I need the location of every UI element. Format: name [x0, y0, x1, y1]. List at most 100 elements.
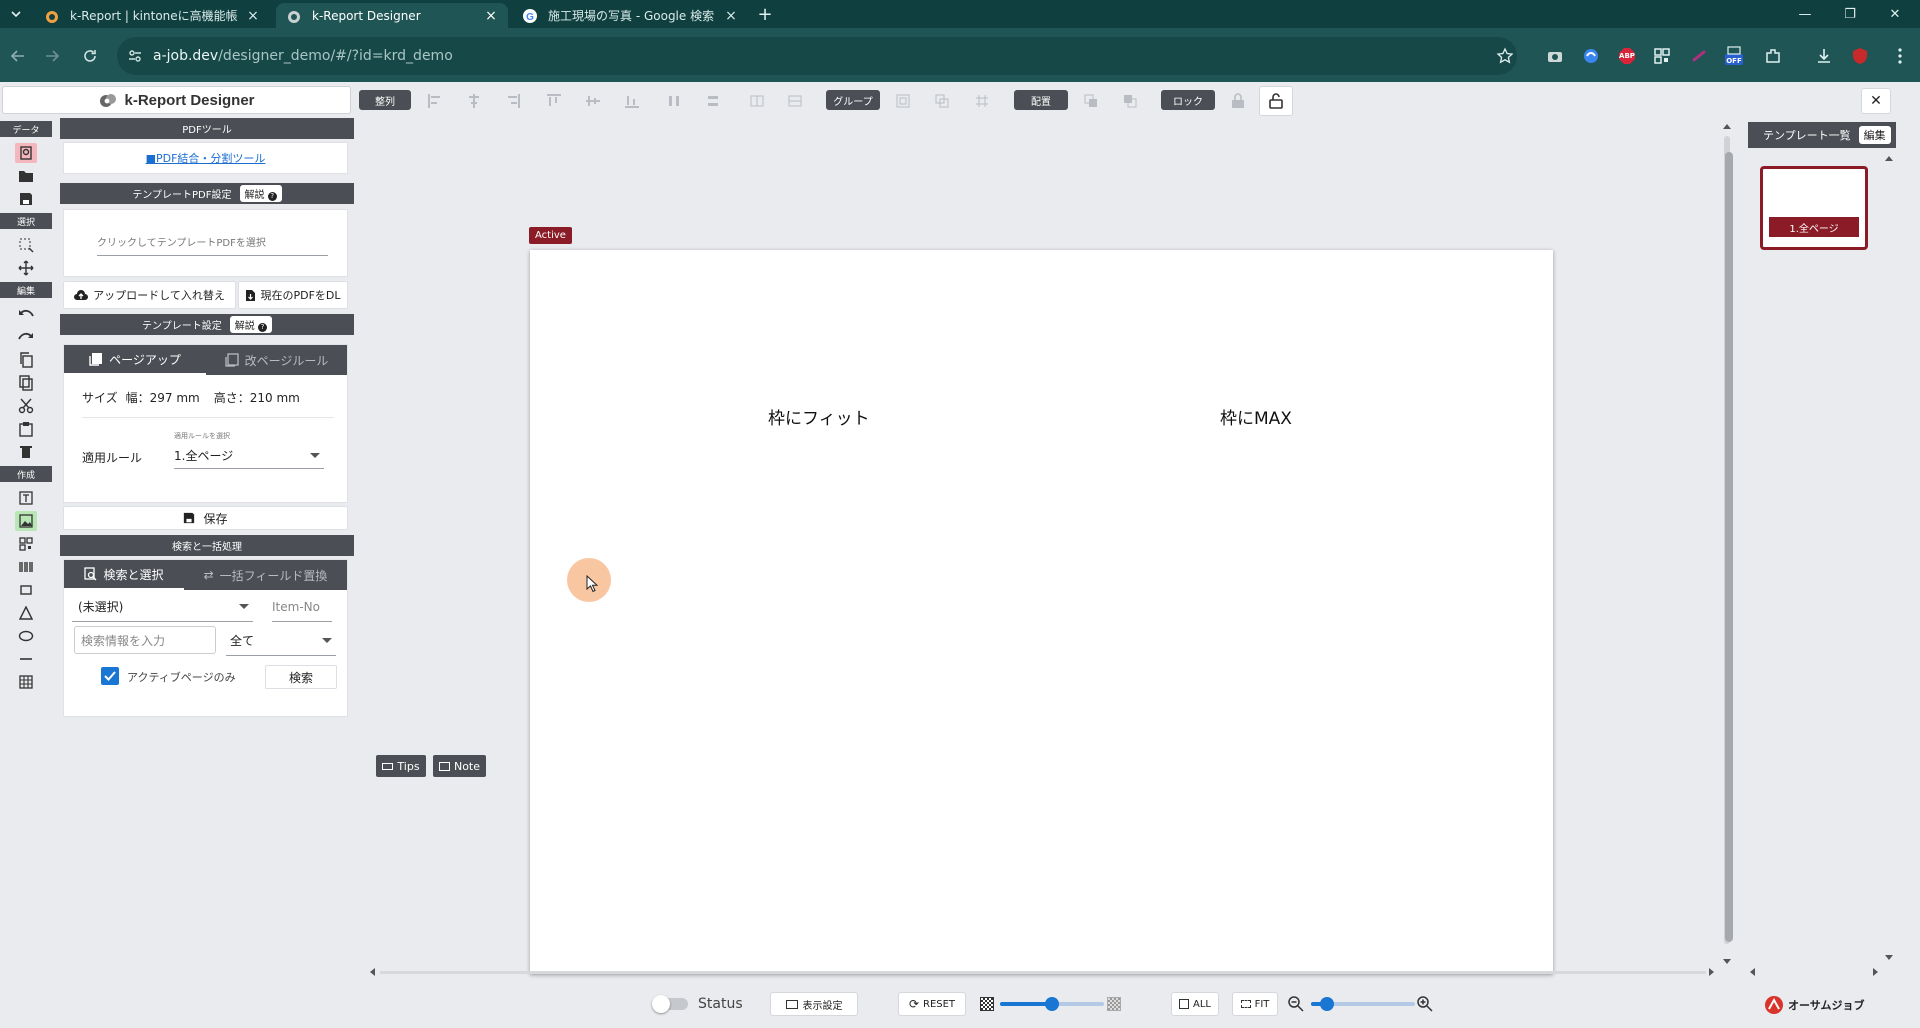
menu-icon[interactable] — [1890, 46, 1910, 66]
preview-button[interactable] — [0, 141, 52, 164]
zoom-in-icon[interactable] — [1416, 995, 1434, 1013]
distribute-v-icon[interactable] — [696, 86, 730, 116]
duplicate-button[interactable] — [0, 371, 52, 394]
browser-tab-kreport[interactable]: k-Report | kintoneに高機能帳票 × — [34, 3, 270, 28]
paste-button[interactable] — [0, 417, 52, 440]
scroll-right-icon[interactable] — [1872, 967, 1880, 977]
move-button[interactable] — [0, 256, 52, 279]
field-select[interactable]: (未選択) — [72, 592, 253, 622]
bring-front-icon[interactable] — [1074, 86, 1108, 116]
tab-close-icon[interactable]: × — [484, 8, 498, 24]
rule-select[interactable]: 1.全ページ — [174, 443, 324, 469]
scroll-left-icon[interactable] — [368, 967, 376, 977]
save-file-button[interactable] — [0, 187, 52, 210]
zoom-slider-knob[interactable] — [1320, 997, 1334, 1011]
download-pdf-button[interactable]: 現在のPDFをDL — [238, 281, 348, 309]
page-canvas[interactable]: 枠にフィット 枠にMAX — [530, 250, 1553, 974]
item-no-input[interactable]: Item-No — [272, 592, 332, 622]
display-settings-button[interactable]: 表示設定 — [770, 992, 858, 1016]
scroll-down-icon[interactable] — [1884, 954, 1894, 962]
align-center-h-icon[interactable] — [457, 86, 491, 116]
extensions-icon[interactable] — [1763, 46, 1783, 66]
search-query-input[interactable]: 検索情報を入力 — [74, 626, 216, 654]
tab-pagebreak[interactable]: 改ページルール — [206, 345, 347, 375]
reload-icon[interactable] — [76, 42, 104, 70]
fit-width-button[interactable]: FIT — [1232, 992, 1278, 1016]
delete-button[interactable] — [0, 440, 52, 463]
tab-bulk-replace[interactable]: ⇄ 一括フィールド置換 — [184, 560, 347, 590]
restore-icon[interactable]: ❐ — [1835, 4, 1865, 24]
unlock-icon[interactable] — [1259, 86, 1293, 116]
minimize-icon[interactable]: — — [1790, 4, 1820, 24]
url-text[interactable]: a-job.dev/designer_demo/#/?id=krd_demo — [153, 48, 453, 64]
canvas-vertical-scrollbar[interactable] — [1722, 122, 1733, 964]
scope-select[interactable]: 全て — [226, 626, 336, 656]
back-arrow-icon[interactable] — [4, 42, 32, 70]
scroll-left-icon[interactable] — [1748, 967, 1756, 977]
ellipse-tool-button[interactable] — [0, 624, 52, 647]
template-list-scrollbar[interactable] — [1884, 154, 1894, 964]
note-button[interactable]: Note — [433, 755, 486, 777]
browser-tab-designer[interactable]: k-Report Designer × — [276, 3, 508, 28]
undo-button[interactable] — [0, 302, 52, 325]
triangle-tool-button[interactable] — [0, 601, 52, 624]
status-toggle[interactable] — [652, 995, 692, 1013]
download-icon[interactable] — [1814, 46, 1834, 66]
profile-icon[interactable] — [1850, 46, 1870, 66]
adblock-icon[interactable]: ABP — [1617, 46, 1637, 66]
bookmark-star-icon[interactable] — [1495, 46, 1515, 66]
scroll-up-icon[interactable] — [1722, 122, 1732, 130]
ungroup-icon[interactable] — [925, 86, 959, 116]
group-icon[interactable] — [886, 86, 920, 116]
qrcode-tool-button[interactable] — [0, 532, 52, 555]
pdf-merge-split-link[interactable]: ■PDF結合・分割ツール — [146, 150, 266, 166]
reset-zoom-button[interactable]: ⟳ RESET — [898, 992, 966, 1016]
align-right-icon[interactable] — [496, 86, 530, 116]
site-info-icon[interactable] — [125, 46, 145, 66]
copy-button[interactable] — [0, 348, 52, 371]
tab-search-chevron-icon[interactable] — [4, 4, 28, 24]
fit-all-button[interactable]: ALL — [1171, 992, 1219, 1016]
image-tool-button[interactable] — [0, 509, 52, 532]
tips-button[interactable]: Tips — [376, 755, 426, 777]
align-middle-v-icon[interactable] — [576, 86, 610, 116]
browser-tab-google[interactable]: G 施工現場の写真 - Google 検索 × — [512, 3, 748, 28]
template-pdf-select-field[interactable]: クリックしてテンプレートPDFを選択 — [97, 234, 328, 256]
barcode-tool-button[interactable] — [0, 555, 52, 578]
zoom-out-icon[interactable] — [1287, 995, 1305, 1013]
scroll-right-icon[interactable] — [1708, 967, 1716, 977]
redo-button[interactable] — [0, 325, 52, 348]
template-pdf-help-button[interactable]: 解説 ? — [239, 185, 282, 202]
link-icon[interactable] — [1689, 46, 1709, 66]
template-page-thumbnail[interactable]: 1.全ページ — [1760, 166, 1868, 250]
align-left-icon[interactable] — [418, 86, 452, 116]
window-close-icon[interactable]: ✕ — [1880, 4, 1910, 24]
search-button[interactable]: 検索 — [265, 665, 337, 689]
send-back-icon[interactable] — [1113, 86, 1147, 116]
same-width-icon[interactable] — [740, 86, 774, 116]
forward-arrow-icon[interactable] — [38, 42, 66, 70]
template-list-hscrollbar[interactable] — [1748, 966, 1880, 978]
canvas-horizontal-scrollbar[interactable] — [368, 966, 1718, 978]
template-list-edit-button[interactable]: 編集 — [1858, 126, 1891, 144]
text-element-fit[interactable]: 枠にフィット — [768, 404, 870, 429]
text-tool-button[interactable] — [0, 486, 52, 509]
same-height-icon[interactable] — [778, 86, 812, 116]
template-settings-help-button[interactable]: 解説 ? — [229, 316, 272, 333]
rectangle-tool-button[interactable] — [0, 578, 52, 601]
marquee-select-button[interactable] — [0, 233, 52, 256]
grid-icon[interactable] — [965, 86, 999, 116]
copilot-icon[interactable] — [1581, 46, 1601, 66]
tab-pageup[interactable]: ページアップ — [64, 345, 206, 375]
camera-icon[interactable] — [1545, 46, 1565, 66]
zoom-slider[interactable] — [1311, 997, 1415, 1011]
lock-icon[interactable] — [1221, 86, 1255, 116]
open-button[interactable] — [0, 164, 52, 187]
scroll-up-icon[interactable] — [1884, 154, 1894, 162]
off-icon[interactable]: OFF — [1724, 46, 1744, 66]
text-element-max[interactable]: 枠にMAX — [1220, 404, 1292, 429]
line-tool-button[interactable] — [0, 647, 52, 670]
active-page-checkbox[interactable] — [101, 667, 119, 685]
new-tab-button[interactable]: + — [753, 4, 777, 25]
tab-close-icon[interactable]: × — [724, 8, 738, 24]
